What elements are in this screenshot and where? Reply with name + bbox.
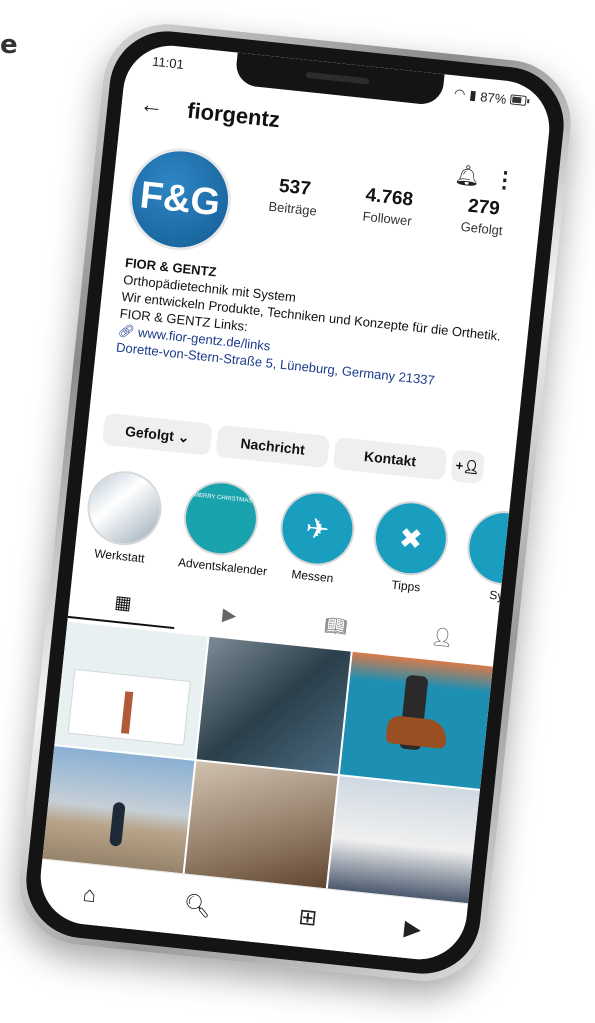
highlight-adventskalender-inner-text: MERRY CHRISTMAS xyxy=(193,492,253,505)
status-right: ◠ ▮ 87% xyxy=(453,85,527,108)
phone-screen: 11:01 ◠ ▮ 87% ← fiorgentz 🔔︎ ⋮ F&G 537 B… xyxy=(36,41,554,964)
signal-icon: ▮ xyxy=(468,87,478,103)
search-icon[interactable]: 🔍︎ xyxy=(182,892,212,921)
following-button-label: Gefolgt xyxy=(124,422,175,444)
phone-frame: 11:01 ◠ ▮ 87% ← fiorgentz 🔔︎ ⋮ F&G 537 B… xyxy=(12,17,578,988)
highlight-tipps-label: Tipps xyxy=(390,577,421,595)
profile-username: fiorgentz xyxy=(186,97,282,133)
stat-following[interactable]: 279 Gefolgt xyxy=(436,192,530,240)
profile-stats: 537 Beiträge 4.768 Follower 279 Gefolgt xyxy=(247,173,530,241)
edge-text: e xyxy=(0,30,18,60)
status-time: 11:01 xyxy=(151,53,185,72)
guides-icon: 📖︎ xyxy=(323,614,349,637)
tab-reels[interactable]: ▶ xyxy=(174,589,285,640)
profile-bio: FIOR & GENTZ Orthopädietechnik mit Syste… xyxy=(115,254,516,396)
following-button[interactable]: Gefolgt ⌄ xyxy=(102,412,213,456)
home-icon[interactable]: ⌂ xyxy=(81,881,98,908)
highlight-messen[interactable]: ✈ Messen xyxy=(277,490,356,587)
add-user-button[interactable]: +👤︎ xyxy=(450,449,486,485)
post-person-graphic xyxy=(109,801,126,847)
bell-icon[interactable]: 🔔︎ xyxy=(453,162,482,190)
avatar[interactable]: F&G xyxy=(127,146,233,253)
link-icon: 🔗︎ xyxy=(117,322,136,340)
airplane-icon: ✈ xyxy=(278,490,356,567)
more-vertical-icon[interactable]: ⋮ xyxy=(493,166,517,194)
tab-grid[interactable]: ▦ xyxy=(67,578,179,630)
reels-nav-icon[interactable]: ▶ xyxy=(403,915,422,943)
battery-percent: 87% xyxy=(479,88,508,107)
highlight-messen-label: Messen xyxy=(290,567,335,586)
highlight-sys[interactable]: Sys xyxy=(464,509,543,607)
stat-posts[interactable]: 537 Beiträge xyxy=(247,173,341,221)
post-thumbnail[interactable] xyxy=(196,636,351,774)
tagged-icon: 👤︎ xyxy=(429,625,455,648)
highlight-adventskalender-image: MERRY CHRISTMAS xyxy=(182,479,260,557)
grid-icon: ▦ xyxy=(113,591,133,613)
highlight-sys-image xyxy=(465,509,543,587)
post-shoe-graphic xyxy=(385,714,449,750)
arrow-left-icon[interactable]: ← xyxy=(138,91,165,121)
reels-icon: ▶ xyxy=(221,603,238,625)
add-icon[interactable]: ⊞ xyxy=(297,904,318,932)
wifi-icon: ◠ xyxy=(453,85,467,102)
highlight-adventskalender-label: Adventskalender xyxy=(177,555,268,579)
highlight-werkstatt-image xyxy=(86,469,163,547)
battery-icon xyxy=(509,94,527,106)
tab-tagged[interactable]: 👤︎ xyxy=(387,612,498,663)
tools-icon: ✖ xyxy=(372,499,450,577)
post-thumbnail[interactable] xyxy=(339,651,493,789)
profile-actions: Gefolgt ⌄ Nachricht Kontakt +👤︎ xyxy=(102,412,501,486)
highlight-werkstatt-label: Werkstatt xyxy=(93,546,146,566)
contact-button[interactable]: Kontakt xyxy=(332,436,448,481)
highlight-tipps[interactable]: ✖ Tipps xyxy=(370,499,450,597)
stat-followers[interactable]: 4.768 Follower xyxy=(342,183,436,231)
highlight-adventskalender[interactable]: MERRY CHRISTMAS Adventskalender xyxy=(177,479,268,579)
highlight-sys-label: Sys xyxy=(488,587,511,604)
post-thumbnail[interactable] xyxy=(54,621,208,759)
message-button[interactable]: Nachricht xyxy=(215,424,331,469)
phone-bezel: 11:01 ◠ ▮ 87% ← fiorgentz 🔔︎ ⋮ F&G 537 B… xyxy=(20,25,570,980)
tab-guides[interactable]: 📖︎ xyxy=(281,600,392,651)
chevron-down-icon: ⌄ xyxy=(173,427,191,446)
story-highlights: Werkstatt MERRY CHRISTMAS Adventskalende… xyxy=(84,469,543,604)
add-user-icon: +👤︎ xyxy=(454,457,481,476)
highlight-werkstatt[interactable]: Werkstatt xyxy=(84,469,163,567)
